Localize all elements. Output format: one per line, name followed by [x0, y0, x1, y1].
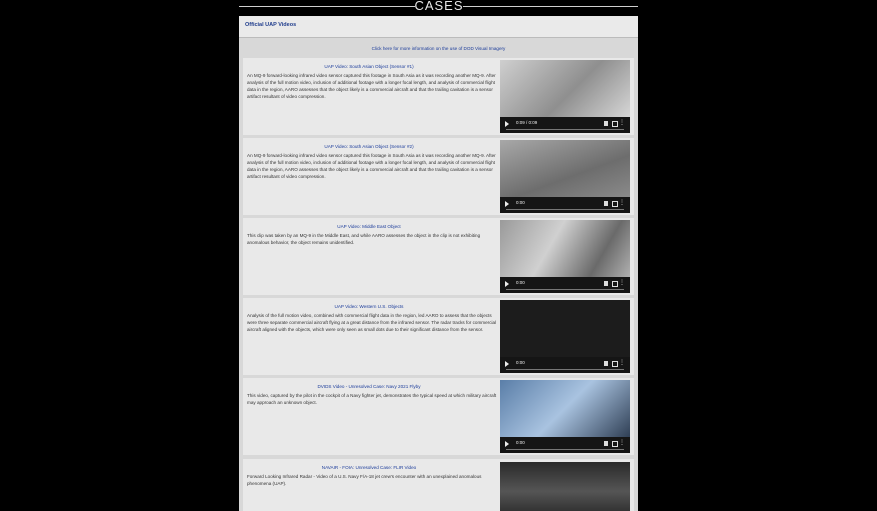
- progress-bar[interactable]: [506, 209, 624, 210]
- video-frame: [500, 140, 630, 197]
- video-frame: [500, 300, 630, 357]
- dod-imagery-link[interactable]: Click here for more information on the u…: [239, 46, 638, 51]
- progress-bar[interactable]: [506, 129, 624, 130]
- video-frame: [500, 462, 630, 511]
- video-title-link[interactable]: UAP Video: South Asian Object (Sensor #1…: [243, 64, 495, 69]
- video-row: UAP Video: Western U.S. Objects Analysis…: [243, 298, 634, 375]
- video-player[interactable]: 0:00 ⋮: [500, 140, 630, 213]
- video-controls: 0:00 ⋮: [500, 277, 630, 293]
- video-frame: [500, 380, 630, 437]
- fullscreen-icon[interactable]: [612, 281, 618, 287]
- video-player[interactable]: 0:09 / 0:09 ⋮: [500, 60, 630, 133]
- video-controls: 0:00 ⋮: [500, 357, 630, 373]
- more-options-icon[interactable]: ⋮: [619, 120, 625, 126]
- volume-icon[interactable]: [604, 121, 608, 126]
- more-options-icon[interactable]: ⋮: [619, 280, 625, 286]
- video-frame: [500, 60, 630, 117]
- video-frame: [500, 220, 630, 277]
- fullscreen-icon[interactable]: [612, 121, 618, 127]
- video-player[interactable]: 0:00 ⋮: [500, 300, 630, 373]
- play-icon[interactable]: [505, 281, 509, 287]
- page-title: CASES: [414, 0, 464, 13]
- video-title-link[interactable]: UAP Video: Middle East Object: [243, 224, 495, 229]
- video-player[interactable]: 0:00 ⋮: [500, 380, 630, 453]
- video-row: NAVAIR - FOIA: Unresolved Case: FLIR Vid…: [243, 459, 634, 511]
- volume-icon[interactable]: [604, 281, 608, 286]
- video-title-link[interactable]: UAP Video: Western U.S. Objects: [243, 304, 495, 309]
- volume-icon[interactable]: [604, 201, 608, 206]
- video-player[interactable]: 0:00 ⋮: [500, 220, 630, 293]
- volume-icon[interactable]: [604, 441, 608, 446]
- play-icon[interactable]: [505, 201, 509, 207]
- volume-icon[interactable]: [604, 361, 608, 366]
- fullscreen-icon[interactable]: [612, 441, 618, 447]
- video-row: UAP Video: South Asian Object (Sensor #1…: [243, 58, 634, 135]
- video-player[interactable]: [500, 462, 630, 511]
- videos-panel: Official UAP Videos Click here for more …: [239, 16, 638, 511]
- play-icon[interactable]: [505, 441, 509, 447]
- video-controls: 0:00 ⋮: [500, 197, 630, 213]
- video-title-link[interactable]: UAP Video: South Asian Object (Sensor #2…: [243, 144, 495, 149]
- video-time: 0:00: [516, 440, 525, 445]
- progress-bar[interactable]: [506, 449, 624, 450]
- video-title-link[interactable]: NAVAIR - FOIA: Unresolved Case: FLIR Vid…: [243, 465, 495, 470]
- video-time: 0:00: [516, 280, 525, 285]
- panel-title: Official UAP Videos: [245, 22, 297, 28]
- video-title-link[interactable]: DVIDS Video - Unresolved Case: Navy 2021…: [243, 384, 495, 389]
- page-header: CASES: [0, 0, 877, 14]
- play-icon[interactable]: [505, 121, 509, 127]
- video-row: UAP Video: South Asian Object (Sensor #2…: [243, 138, 634, 215]
- header-rule-right: [463, 6, 638, 7]
- video-row: DVIDS Video - Unresolved Case: Navy 2021…: [243, 378, 634, 455]
- more-options-icon[interactable]: ⋮: [619, 360, 625, 366]
- video-time: 0:00: [516, 200, 525, 205]
- video-controls: 0:00 ⋮: [500, 437, 630, 453]
- video-row: UAP Video: Middle East Object This clip …: [243, 218, 634, 295]
- video-description: This video, captured by the pilot in the…: [247, 393, 497, 405]
- progress-bar[interactable]: [506, 369, 624, 370]
- panel-title-bar: Official UAP Videos: [239, 16, 638, 38]
- video-time: 0:00: [516, 360, 525, 365]
- video-time: 0:09 / 0:09: [516, 120, 538, 125]
- video-description: An MQ-9 forward-looking infrared video s…: [247, 73, 496, 99]
- video-description: Analysis of the full motion video, combi…: [247, 313, 497, 332]
- header-rule-left: [239, 6, 415, 7]
- play-icon[interactable]: [505, 361, 509, 367]
- video-description: This clip was taken by an MQ-9 in the Mi…: [247, 233, 481, 245]
- video-description: Forward Looking Infrared Radar - Video o…: [247, 474, 482, 486]
- fullscreen-icon[interactable]: [612, 361, 618, 367]
- fullscreen-icon[interactable]: [612, 201, 618, 207]
- video-description: An MQ-9 forward-looking infrared video s…: [247, 153, 496, 179]
- more-options-icon[interactable]: ⋮: [619, 440, 625, 446]
- more-options-icon[interactable]: ⋮: [619, 200, 625, 206]
- video-controls: 0:09 / 0:09 ⋮: [500, 117, 630, 133]
- progress-bar[interactable]: [506, 289, 624, 290]
